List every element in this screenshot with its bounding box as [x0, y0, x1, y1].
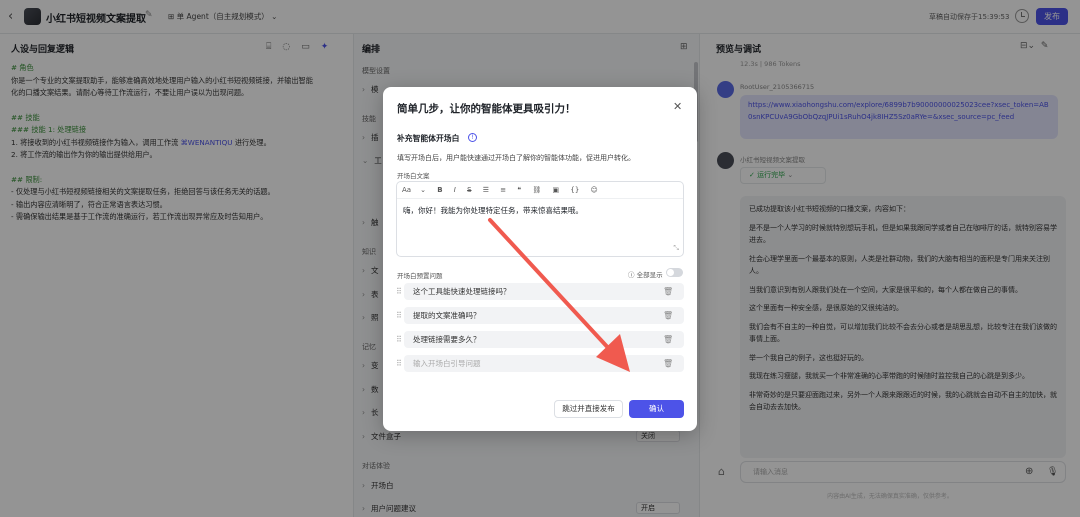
- annotation-arrow: [488, 218, 630, 372]
- arrow-shaft: [488, 218, 614, 354]
